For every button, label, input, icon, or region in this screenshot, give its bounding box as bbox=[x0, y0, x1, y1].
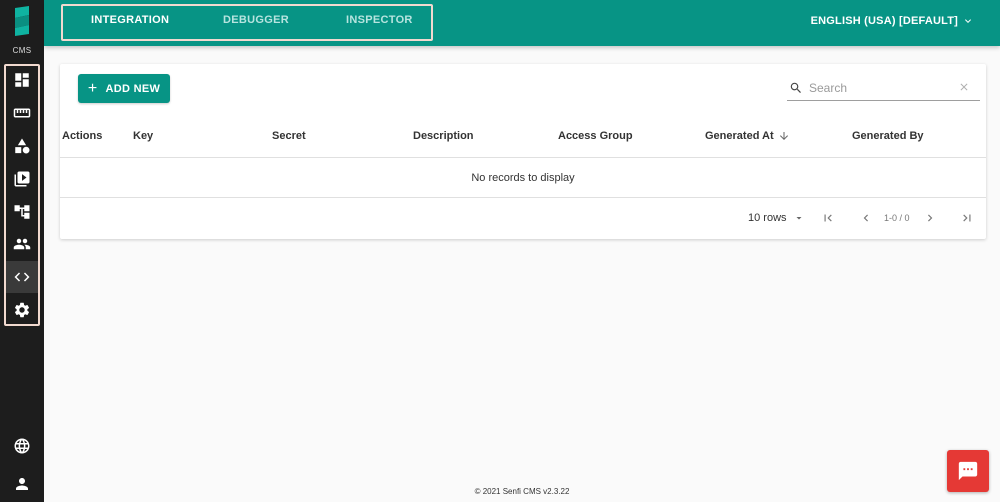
hierarchy-icon bbox=[14, 205, 30, 219]
sidebar-item-language[interactable] bbox=[6, 430, 38, 462]
generated-at-label: Generated At bbox=[705, 130, 774, 142]
arrow-down-icon bbox=[779, 132, 788, 140]
first-page-button[interactable] bbox=[818, 208, 838, 228]
tab-integration[interactable]: INTEGRATION bbox=[91, 14, 169, 26]
sidebar-item-integration[interactable] bbox=[6, 261, 38, 293]
tab-debugger[interactable]: DEBUGGER bbox=[223, 14, 289, 26]
sidebar-item-media[interactable] bbox=[6, 163, 38, 195]
column-header-generated-at[interactable]: Generated At bbox=[705, 130, 790, 142]
rows-per-page-select[interactable]: 10 rows bbox=[748, 212, 805, 224]
integration-table-card: + ADD NEW Actions Key Secret Description… bbox=[60, 64, 986, 239]
chevron-right-icon bbox=[928, 214, 933, 222]
sidebar-item-shapes[interactable] bbox=[6, 130, 38, 162]
cms-label: CMS bbox=[12, 46, 32, 55]
table-header: Actions Key Secret Description Access Gr… bbox=[60, 120, 986, 158]
search-field bbox=[787, 77, 980, 101]
media-library-icon bbox=[14, 171, 30, 187]
globe-icon bbox=[14, 438, 30, 454]
language-selector[interactable]: ENGLISH (USA) [DEFAULT] bbox=[811, 15, 974, 27]
sidebar-item-ruler[interactable] bbox=[6, 97, 38, 129]
first-page-icon bbox=[824, 214, 832, 222]
users-icon bbox=[13, 238, 31, 250]
clear-icon[interactable] bbox=[958, 81, 970, 93]
chat-icon bbox=[958, 461, 978, 481]
column-header-secret[interactable]: Secret bbox=[272, 130, 306, 142]
last-page-icon bbox=[963, 214, 971, 222]
language-label: ENGLISH (USA) [DEFAULT] bbox=[810, 15, 958, 27]
add-new-button[interactable]: + ADD NEW bbox=[78, 74, 170, 103]
ruler-icon bbox=[13, 108, 31, 118]
plus-icon: + bbox=[87, 79, 98, 97]
table-pagination: 10 rows 1-0 / 0 bbox=[60, 198, 986, 239]
chevron-left-icon bbox=[863, 214, 868, 222]
dashboard-icon bbox=[15, 73, 29, 87]
rows-per-page-value: 10 rows bbox=[748, 212, 787, 224]
account-icon bbox=[16, 478, 28, 490]
column-header-access-group[interactable]: Access Group bbox=[558, 130, 633, 142]
gear-icon bbox=[14, 302, 30, 318]
dropdown-arrow-icon bbox=[796, 217, 802, 220]
page-range-label: 1-0 / 0 bbox=[884, 213, 910, 223]
sidebar-item-dashboard[interactable] bbox=[6, 64, 38, 96]
previous-page-button[interactable] bbox=[856, 208, 876, 228]
search-icon bbox=[790, 82, 801, 93]
sidebar-item-settings[interactable] bbox=[6, 294, 38, 326]
column-header-key[interactable]: Key bbox=[133, 130, 153, 142]
chat-support-button[interactable] bbox=[947, 450, 989, 492]
footer-copyright: © 2021 Senfi CMS v2.3.22 bbox=[474, 487, 570, 496]
sidebar-item-users[interactable] bbox=[6, 228, 38, 260]
sidebar-item-account[interactable] bbox=[6, 468, 38, 500]
column-header-description[interactable]: Description bbox=[413, 130, 474, 142]
tab-inspector[interactable]: INSPECTOR bbox=[346, 14, 413, 26]
code-icon bbox=[14, 272, 30, 282]
next-page-button[interactable] bbox=[920, 208, 940, 228]
chevron-down-icon bbox=[965, 19, 971, 23]
column-header-actions[interactable]: Actions bbox=[62, 130, 102, 142]
search-input[interactable] bbox=[809, 79, 949, 97]
senfi-logo[interactable] bbox=[13, 6, 31, 36]
column-header-generated-by[interactable]: Generated By bbox=[852, 130, 924, 142]
shapes-icon bbox=[15, 138, 30, 154]
last-page-button[interactable] bbox=[957, 208, 977, 228]
add-new-label: ADD NEW bbox=[105, 82, 161, 95]
sidebar: CMS bbox=[0, 0, 44, 502]
empty-table-message: No records to display bbox=[60, 158, 986, 198]
sidebar-item-hierarchy[interactable] bbox=[6, 196, 38, 228]
top-app-bar: INTEGRATION DEBUGGER INSPECTOR ENGLISH (… bbox=[44, 0, 1000, 46]
